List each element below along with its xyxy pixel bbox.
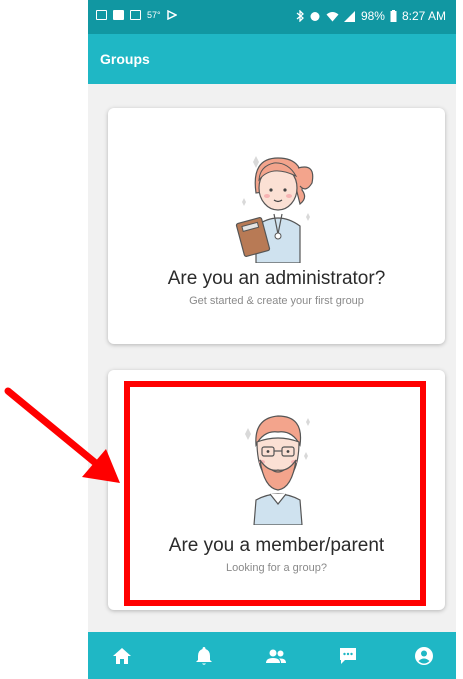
page-title: Groups: [100, 51, 150, 67]
signal-icon: [343, 10, 355, 22]
administrator-subtext: Get started & create your first group: [189, 295, 364, 307]
bell-icon[interactable]: [192, 644, 216, 668]
battery-percent: 98%: [360, 9, 385, 23]
administrator-heading: Are you an administrator?: [167, 268, 386, 289]
bluetooth-icon: [296, 10, 304, 22]
wifi-icon: [326, 11, 339, 21]
notification-icon: [96, 10, 107, 20]
administrator-card[interactable]: Are you an administrator? Get started & …: [108, 108, 445, 344]
status-bar-notifications: 57°: [96, 10, 177, 20]
notification-icon: [113, 10, 124, 20]
highlight-box: [124, 381, 426, 606]
alarm-icon: [310, 12, 320, 21]
status-bar-system: 98% 8:27 AM: [296, 9, 446, 23]
groups-icon[interactable]: [264, 644, 288, 668]
administrator-illustration: [235, 156, 314, 263]
play-store-icon: [166, 10, 177, 20]
notification-icon: [130, 10, 141, 20]
home-icon[interactable]: [110, 644, 134, 668]
clock-time: 8:27 AM: [401, 9, 446, 23]
battery-icon: [390, 10, 397, 22]
pointer-arrow-icon: [4, 387, 120, 483]
chat-icon[interactable]: [336, 644, 360, 668]
temperature-text: 57°: [147, 10, 161, 20]
account-icon[interactable]: [412, 644, 436, 668]
status-bar: 57° 98% 8:27 AM: [88, 0, 456, 34]
app-bar: Groups: [88, 34, 456, 84]
bottom-navigation: [88, 632, 456, 679]
